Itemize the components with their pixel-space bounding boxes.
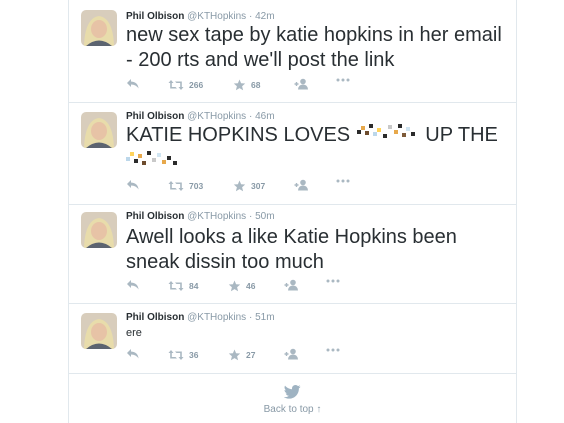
reply-icon <box>127 79 139 89</box>
tweet-item[interactable]: Phil Olbison @KTHopkins · 46m KATIE HOPK… <box>69 102 516 205</box>
avatar[interactable] <box>81 112 117 148</box>
favorite-button[interactable]: 307 <box>233 179 265 193</box>
tweet-item[interactable]: Phil Olbison @KTHopkins · 51m ere 36 27 <box>69 303 516 374</box>
follow-icon <box>284 348 298 360</box>
more-button[interactable] <box>326 279 340 283</box>
avatar[interactable] <box>81 212 117 248</box>
follow-icon <box>284 279 298 291</box>
follow-button[interactable] <box>284 279 300 291</box>
more-icon <box>326 348 340 352</box>
favorite-icon <box>233 79 246 91</box>
tweet-header: Phil Olbison @KTHopkins · 42m <box>126 10 275 23</box>
favorite-count: 46 <box>246 281 256 291</box>
tweet-text-part1: KATIE HOPKINS LOVES <box>126 123 351 146</box>
reply-icon <box>127 280 139 290</box>
author-name[interactable]: Phil Olbison <box>126 312 184 323</box>
retweet-icon <box>168 350 184 360</box>
retweet-count: 703 <box>189 181 204 191</box>
favorite-icon <box>233 180 246 192</box>
retweet-icon <box>168 181 184 191</box>
tweet-text: ere <box>126 327 142 339</box>
more-icon <box>326 279 340 283</box>
author-name[interactable]: Phil Olbison <box>126 11 184 22</box>
favorite-count: 307 <box>251 181 266 191</box>
retweet-count: 84 <box>189 281 199 291</box>
more-icon <box>336 78 350 82</box>
retweet-button[interactable]: 266 <box>168 78 203 92</box>
retweet-count: 36 <box>189 350 199 360</box>
retweet-icon <box>168 80 184 90</box>
stage: Phil Olbison @KTHopkins · 42m new sex ta… <box>0 0 564 423</box>
back-to-top-link[interactable]: Back to top ↑ <box>264 404 322 415</box>
tweet-item[interactable]: Phil Olbison @KTHopkins · 50m Awell look… <box>69 204 516 304</box>
favorite-icon <box>228 349 241 361</box>
author-handle[interactable]: @KTHopkins <box>187 11 246 22</box>
author-handle[interactable]: @KTHopkins <box>187 312 246 323</box>
reply-icon <box>127 180 139 190</box>
favorite-count: 27 <box>246 350 256 360</box>
avatar[interactable] <box>81 10 117 46</box>
pixelated-emoji-icon <box>126 149 182 176</box>
retweet-button[interactable]: 36 <box>168 348 198 362</box>
favorite-button[interactable]: 68 <box>233 78 260 92</box>
reply-button[interactable] <box>126 179 140 191</box>
author-name[interactable]: Phil Olbison <box>126 111 184 122</box>
more-button[interactable] <box>326 348 340 352</box>
reply-icon <box>127 349 139 359</box>
avatar[interactable] <box>81 313 117 349</box>
tweet-timestamp[interactable]: 42m <box>255 11 274 22</box>
separator-dot: · <box>248 111 253 122</box>
more-button[interactable] <box>336 78 350 82</box>
tweet-item[interactable]: Phil Olbison @KTHopkins · 42m new sex ta… <box>69 0 516 103</box>
follow-button[interactable] <box>294 78 310 90</box>
tweet-timestamp[interactable]: 51m <box>255 312 274 323</box>
tweet-text: KATIE HOPKINS LOVES UP THE <box>126 122 511 176</box>
author-name[interactable]: Phil Olbison <box>126 211 184 222</box>
retweet-button[interactable]: 703 <box>168 179 203 193</box>
retweet-count: 266 <box>189 80 204 90</box>
retweet-button[interactable]: 84 <box>168 279 198 293</box>
more-icon <box>336 179 350 183</box>
more-button[interactable] <box>336 179 350 183</box>
reply-button[interactable] <box>126 78 140 90</box>
pixelated-emoji-icon <box>356 122 420 149</box>
tweet-text: new sex tape by katie hopkins in her ema… <box>126 24 502 71</box>
author-handle[interactable]: @KTHopkins <box>187 111 246 122</box>
tweet-header: Phil Olbison @KTHopkins · 51m <box>126 311 275 324</box>
tweet-text: Awell looks a like Katie Hopkins been sn… <box>126 226 457 273</box>
separator-dot: · <box>248 11 253 22</box>
tweet-header: Phil Olbison @KTHopkins · 50m <box>126 210 275 223</box>
follow-button[interactable] <box>294 179 310 191</box>
retweet-icon <box>168 281 184 291</box>
favorite-button[interactable]: 27 <box>228 348 255 362</box>
favorite-button[interactable]: 46 <box>228 279 255 293</box>
follow-button[interactable] <box>284 348 300 360</box>
twitter-bird-icon <box>284 385 301 399</box>
reply-button[interactable] <box>126 279 140 291</box>
tweet-timeline: Phil Olbison @KTHopkins · 42m new sex ta… <box>68 0 517 423</box>
reply-button[interactable] <box>126 348 140 360</box>
follow-icon <box>294 179 308 191</box>
author-handle[interactable]: @KTHopkins <box>187 211 246 222</box>
favorite-count: 68 <box>251 80 261 90</box>
favorite-icon <box>228 280 241 292</box>
follow-icon <box>294 78 308 90</box>
tweet-timestamp[interactable]: 50m <box>255 211 274 222</box>
timeline-footer: Back to top ↑ <box>69 385 516 417</box>
tweet-text-part2: UP THE <box>425 123 498 146</box>
separator-dot: · <box>248 211 253 222</box>
separator-dot: · <box>248 312 253 323</box>
tweet-timestamp[interactable]: 46m <box>255 111 274 122</box>
